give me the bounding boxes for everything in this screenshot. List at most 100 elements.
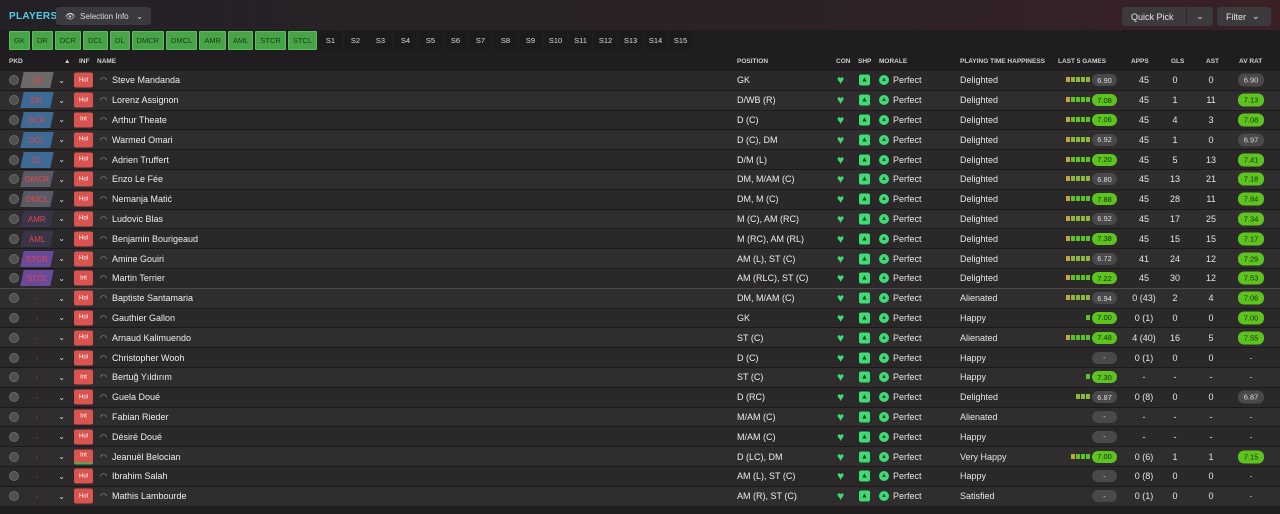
player-name[interactable]: Jeanuël Belocian <box>112 452 181 462</box>
pick-checkbox[interactable] <box>9 114 19 125</box>
selection-info-button[interactable]: 👁 Selection Info ⌄ <box>56 7 151 25</box>
table-row[interactable]: DMCR ⌄ Hol ◠ Enzo Le Fée DM, M/AM (C) ♥ … <box>0 169 1280 190</box>
header-morale[interactable]: MORALE <box>879 58 907 65</box>
position-selector[interactable]: - ⌄ <box>22 350 67 366</box>
player-name[interactable]: Mathis Lambourde <box>112 491 187 501</box>
player-name[interactable]: Désiré Doué <box>112 432 162 442</box>
pick-checkbox[interactable] <box>9 332 19 343</box>
tab-s7[interactable]: S7 <box>469 31 492 50</box>
position-selector[interactable]: - ⌄ <box>22 488 67 504</box>
tab-stcl[interactable]: STCL <box>287 31 317 50</box>
player-name[interactable]: Arthur Theate <box>112 115 167 125</box>
pick-checkbox[interactable] <box>9 392 19 403</box>
pick-checkbox[interactable] <box>9 75 19 86</box>
table-row[interactable]: STCL ⌄ Int ◠ Martin Terrier AM (RLC), ST… <box>0 268 1280 289</box>
quick-pick-button[interactable]: Quick Pick ⌄ <box>1122 7 1213 26</box>
tab-s12[interactable]: S12 <box>594 31 617 50</box>
header-pkd[interactable]: PKD <box>9 58 23 65</box>
player-name[interactable]: Arnaud Kalimuendo <box>112 333 191 343</box>
tab-s13[interactable]: S13 <box>619 31 642 50</box>
pick-checkbox[interactable] <box>9 134 19 145</box>
header-last5[interactable]: LAST 5 GAMES <box>1058 58 1106 65</box>
player-name[interactable]: Ludovic Blas <box>112 214 163 224</box>
tab-dcl[interactable]: DCL <box>82 31 108 50</box>
pick-checkbox[interactable] <box>9 431 19 442</box>
table-row[interactable]: - ⌄ Hol ◠ Christopher Wooh D (C) ♥ ▲ ▲ Pe… <box>0 348 1280 368</box>
tab-s1[interactable]: S1 <box>319 31 342 50</box>
position-selector[interactable]: - ⌄ <box>22 429 67 445</box>
header-happiness[interactable]: PLAYING TIME HAPPINESS <box>960 58 1045 65</box>
header-position[interactable]: POSITION <box>737 58 768 65</box>
table-row[interactable]: - ⌄ Hol ◠ Arnaud Kalimuendo ST (C) ♥ ▲ ▲… <box>0 328 1280 349</box>
pick-checkbox[interactable] <box>9 213 19 224</box>
table-row[interactable]: - ⌄ Int ◠ Jeanuël Belocian D (LC), DM ♥ … <box>0 447 1280 467</box>
player-name[interactable]: Warmed Omari <box>112 135 173 145</box>
position-selector[interactable]: DR ⌄ <box>20 92 67 109</box>
table-row[interactable]: AMR ⌄ Hol ◠ Ludovic Blas M (C), AM (RC) … <box>0 209 1280 230</box>
tab-s14[interactable]: S14 <box>644 31 667 50</box>
tab-dcr[interactable]: DCR <box>54 31 81 50</box>
table-row[interactable]: - ⌄ Hol ◠ Gauthier Gallon GK ♥ ▲ ▲ Perfec… <box>0 308 1280 329</box>
table-row[interactable]: - ⌄ Int ◠ Bertuğ Yıldırım ST (C) ♥ ▲ ▲ Pe… <box>0 367 1280 388</box>
table-row[interactable]: DL ⌄ Hol ◠ Adrien Truffert D/M (L) ♥ ▲ ▲… <box>0 150 1280 170</box>
player-name[interactable]: Baptiste Santamaria <box>112 293 193 303</box>
pick-checkbox[interactable] <box>9 154 19 165</box>
player-name[interactable]: Ibrahim Salah <box>112 471 168 481</box>
position-selector[interactable]: DL ⌄ <box>20 151 67 168</box>
position-selector[interactable]: - ⌄ <box>22 310 67 326</box>
position-selector[interactable]: - ⌄ <box>22 468 67 484</box>
tab-s6[interactable]: S6 <box>444 31 467 50</box>
table-row[interactable]: AML ⌄ Hol ◠ Benjamin Bourigeaud M (RC), … <box>0 229 1280 250</box>
pick-checkbox[interactable] <box>9 491 19 502</box>
player-name[interactable]: Steve Mandanda <box>112 75 180 85</box>
header-ast[interactable]: AST <box>1206 58 1219 65</box>
pick-checkbox[interactable] <box>9 451 19 462</box>
position-selector[interactable]: DMCL ⌄ <box>20 191 67 208</box>
header-shp[interactable]: SHP <box>858 58 871 65</box>
position-selector[interactable]: - ⌄ <box>22 449 67 465</box>
tab-s3[interactable]: S3 <box>369 31 392 50</box>
position-selector[interactable]: STCL ⌄ <box>20 270 67 287</box>
table-row[interactable]: - ⌄ Hol ◠ Baptiste Santamaria DM, M/AM (… <box>0 288 1280 309</box>
tab-s8[interactable]: S8 <box>494 31 517 50</box>
header-con[interactable]: CON <box>836 58 850 65</box>
header-name[interactable]: NAME <box>97 58 116 65</box>
tab-dmcl[interactable]: DMCL <box>166 31 198 50</box>
table-row[interactable]: DMCL ⌄ Hol ◠ Nemanja Matić DM, M (C) ♥ ▲… <box>0 189 1280 210</box>
pick-checkbox[interactable] <box>9 293 19 304</box>
player-name[interactable]: Enzo Le Fée <box>112 174 163 184</box>
tab-s4[interactable]: S4 <box>394 31 417 50</box>
tab-amr[interactable]: AMR <box>199 31 226 50</box>
position-selector[interactable]: - ⌄ <box>22 330 67 346</box>
table-row[interactable]: STCR ⌄ Hol ◠ Amine Gouiri AM (L), ST (C)… <box>0 249 1280 269</box>
position-selector[interactable]: - ⌄ <box>22 369 67 385</box>
pick-checkbox[interactable] <box>9 312 19 323</box>
tab-gk[interactable]: GK <box>9 31 30 50</box>
table-row[interactable]: - ⌄ Hol ◠ Mathis Lambourde AM (R), ST (C… <box>0 486 1280 507</box>
filter-button[interactable]: Filter ⌄ <box>1217 7 1271 26</box>
player-name[interactable]: Christopher Wooh <box>112 353 184 363</box>
table-row[interactable]: - ⌄ Int ◠ Fabian Rieder M/AM (C) ♥ ▲ ▲ Pe… <box>0 407 1280 428</box>
tab-dl[interactable]: DL <box>109 31 130 50</box>
position-selector[interactable]: DCR ⌄ <box>20 111 67 128</box>
pick-checkbox[interactable] <box>9 174 19 185</box>
player-name[interactable]: Lorenz Assignon <box>112 95 179 105</box>
position-selector[interactable]: STCR ⌄ <box>20 250 67 267</box>
pick-checkbox[interactable] <box>9 233 19 244</box>
tab-dr[interactable]: DR <box>31 31 53 50</box>
player-name[interactable]: Amine Gouiri <box>112 254 164 264</box>
position-selector[interactable]: DMCR ⌄ <box>20 171 67 188</box>
tab-s9[interactable]: S9 <box>519 31 542 50</box>
position-selector[interactable]: AMR ⌄ <box>20 210 67 227</box>
pick-checkbox[interactable] <box>9 352 19 363</box>
table-row[interactable]: GK ⌄ Hol ◠ Steve Mandanda GK ♥ ▲ ▲ Perfec… <box>0 71 1280 91</box>
player-name[interactable]: Benjamin Bourigeaud <box>112 234 198 244</box>
tab-s15[interactable]: S15 <box>669 31 692 50</box>
table-row[interactable]: DCL ⌄ Hol ◠ Warmed Omari D (C), DM ♥ ▲ ▲… <box>0 130 1280 151</box>
pick-checkbox[interactable] <box>9 194 19 205</box>
tab-s11[interactable]: S11 <box>569 31 592 50</box>
pick-checkbox[interactable] <box>9 411 19 422</box>
table-row[interactable]: DR ⌄ Hol ◠ Lorenz Assignon D/WB (R) ♥ ▲ … <box>0 90 1280 111</box>
table-row[interactable]: - ⌄ Hol ◠ Désiré Doué M/AM (C) ♥ ▲ ▲ Perf… <box>0 427 1280 448</box>
header-apps[interactable]: APPS <box>1131 58 1149 65</box>
